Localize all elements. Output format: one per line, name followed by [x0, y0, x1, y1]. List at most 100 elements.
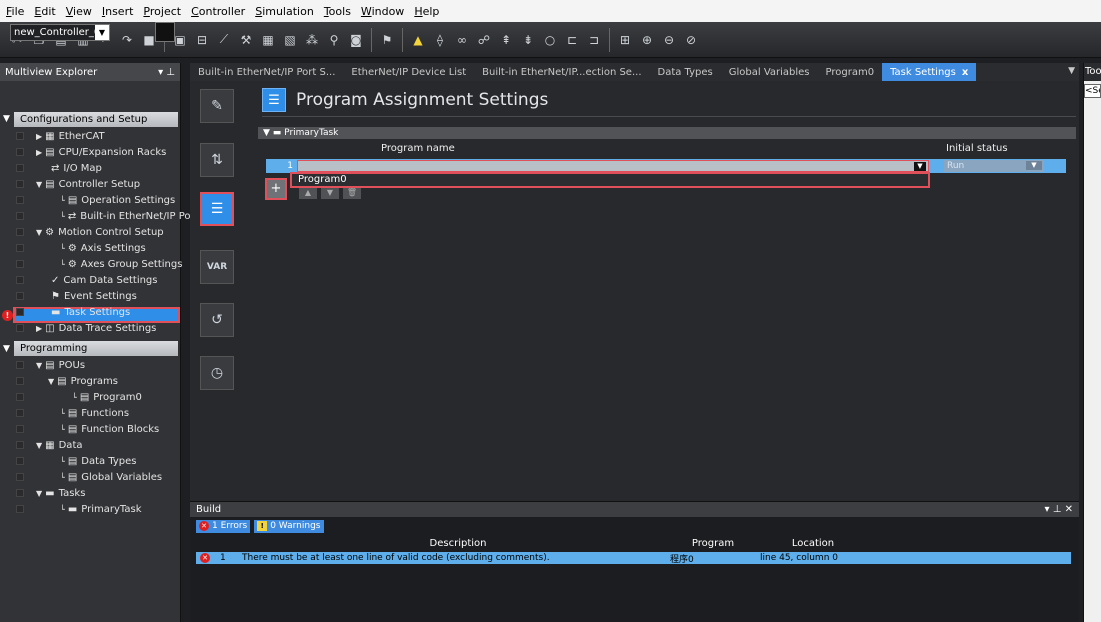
step-icon[interactable]: ⇞ — [497, 31, 515, 49]
tab-list-icon[interactable]: ▼ — [1068, 66, 1075, 76]
config-item[interactable]: ▶ ▤ CPU/Expansion Racks — [0, 144, 181, 160]
programming-item[interactable]: ▼ ▤ POUs — [0, 357, 181, 373]
tree-arrow-icon[interactable]: └ — [60, 244, 65, 253]
network-icon[interactable]: ⁂ — [303, 31, 321, 49]
initial-status-select[interactable]: Run ▼ — [944, 160, 1044, 172]
chevron-down-icon[interactable]: ▼ — [3, 344, 10, 354]
menu-window[interactable]: Window — [361, 5, 404, 18]
menu-controller[interactable]: Controller — [191, 5, 245, 18]
cross-ref-icon[interactable]: ⊘ — [682, 31, 700, 49]
tab-task-settings[interactable]: Task Settings x — [882, 63, 977, 81]
timer-icon[interactable]: ◷ — [200, 356, 234, 390]
programming-item[interactable]: ▼ ▤ Programs — [0, 373, 181, 389]
config-item[interactable]: ▼ ▤ Controller Setup — [0, 176, 181, 192]
fit-icon[interactable]: ⊞ — [616, 31, 634, 49]
config-item[interactable]: ▬ Task Settings — [0, 304, 181, 320]
tree-arrow-icon[interactable]: └ — [60, 196, 65, 205]
tree-arrow-icon[interactable]: ▶ — [36, 324, 42, 333]
redo-icon[interactable]: ↷ — [118, 31, 136, 49]
menu-simulation[interactable]: Simulation — [255, 5, 314, 18]
binoculars-icon[interactable]: ⚲ — [325, 31, 343, 49]
tree-arrow-icon[interactable]: ▼ — [36, 441, 42, 450]
menu-project[interactable]: Project — [143, 5, 181, 18]
programming-item[interactable]: └ ▤ Function Blocks — [0, 421, 181, 437]
warnings-filter[interactable]: ! 0 Warnings — [254, 519, 324, 533]
circle-icon[interactable]: ○ — [541, 31, 559, 49]
tree-arrow-icon[interactable]: └ — [60, 409, 65, 418]
program-name-select[interactable]: ▼ — [297, 160, 929, 172]
config-item[interactable]: └ ⇄ Built-in EtherNet/IP Port — [0, 208, 199, 224]
programming-item[interactable]: └ ▬ PrimaryTask — [0, 501, 181, 517]
monitor-icon[interactable]: ⊐ — [585, 31, 603, 49]
tab-program0[interactable]: Program0 — [818, 63, 883, 81]
programming-item[interactable]: └ ▤ Global Variables — [0, 469, 181, 485]
print-icon[interactable]: ⊟ — [193, 31, 211, 49]
tab-device-list[interactable]: EtherNet/IP Device List — [343, 63, 474, 81]
menu-view[interactable]: View — [66, 5, 92, 18]
tree-arrow-icon[interactable]: └ — [60, 425, 65, 434]
programming-item[interactable]: ▼ ▦ Data — [0, 437, 181, 453]
move-up-icon[interactable]: ▲ — [299, 187, 317, 199]
var-icon[interactable]: VAR — [200, 250, 234, 284]
tree-arrow-icon[interactable]: ▼ — [36, 180, 42, 189]
close-icon[interactable]: x — [962, 67, 968, 78]
zoom-out-icon[interactable]: ⊖ — [660, 31, 678, 49]
programming-item[interactable]: └ ▤ Functions — [0, 405, 181, 421]
table-icon[interactable]: ▧ — [281, 31, 299, 49]
add-button[interactable]: + — [265, 178, 287, 200]
tree-arrow-icon[interactable]: └ — [72, 393, 77, 402]
programming-item[interactable]: └ ▤ Program0 — [0, 389, 181, 405]
section-programming[interactable]: Programming — [14, 341, 178, 356]
errors-filter[interactable]: ✕ 1 Errors — [196, 519, 251, 533]
config-item[interactable]: └ ▤ Operation Settings — [0, 192, 181, 208]
menu-edit[interactable]: Edit — [34, 5, 55, 18]
pencil-icon[interactable]: ✎ — [200, 89, 234, 123]
tree-arrow-icon[interactable]: ▶ — [36, 148, 42, 157]
tree-arrow-icon[interactable]: └ — [60, 505, 65, 514]
tab-ethernet-port[interactable]: Built-in EtherNet/IP Port S... — [190, 63, 343, 81]
program-assignment-icon[interactable]: ☰ — [200, 192, 234, 226]
config-item[interactable]: ⚑ Event Settings — [0, 288, 181, 304]
controller-select[interactable]: new_Controller_0 ▼ — [10, 24, 110, 41]
chevron-down-icon[interactable]: ▼ — [3, 114, 10, 124]
tree-arrow-icon[interactable]: └ — [60, 212, 65, 221]
tab-connection-settings[interactable]: Built-in EtherNet/IP...ection Se... — [474, 63, 649, 81]
tree-arrow-icon[interactable]: ▼ — [36, 228, 42, 237]
tree-arrow-icon[interactable]: └ — [60, 457, 65, 466]
programming-item[interactable]: ▼ ▬ Tasks — [0, 485, 181, 501]
chevron-down-icon[interactable]: ▼ — [95, 25, 109, 40]
tool-icon[interactable]: ⚒ — [237, 31, 255, 49]
build-icon[interactable]: ⚑ — [378, 31, 396, 49]
dropdown-option-program0[interactable]: Program0 — [298, 174, 347, 185]
config-item[interactable]: ▶ ◫ Data Trace Settings — [0, 320, 181, 336]
move-down-icon[interactable]: ▼ — [321, 187, 339, 199]
menu-insert[interactable]: Insert — [102, 5, 134, 18]
stop-icon[interactable]: ◙ — [347, 31, 365, 49]
io-settings-icon[interactable]: ⇅ — [200, 143, 234, 177]
chain-icon[interactable]: ∞ — [453, 31, 471, 49]
controller-icon[interactable] — [155, 22, 175, 42]
config-item[interactable]: └ ⚙ Axes Group Settings — [0, 256, 182, 272]
zoom-in-icon[interactable]: ⊕ — [638, 31, 656, 49]
config-item[interactable]: ▶ ▦ EtherCAT — [0, 128, 181, 144]
delete-icon[interactable]: 🗑 — [343, 187, 361, 199]
section-configurations[interactable]: Configurations and Setup — [14, 112, 178, 127]
config-item[interactable]: ▼ ⚙ Motion Control Setup — [0, 224, 181, 240]
menu-tools[interactable]: Tools — [324, 5, 351, 18]
tab-data-types[interactable]: Data Types — [650, 63, 721, 81]
arrow-icon[interactable]: ⟠ — [431, 31, 449, 49]
chevron-down-icon[interactable]: ▼ — [914, 162, 926, 171]
grid-icon[interactable]: ▦ — [259, 31, 277, 49]
warning-icon[interactable]: ▲ — [409, 31, 427, 49]
tree-arrow-icon[interactable]: └ — [60, 473, 65, 482]
config-item[interactable]: ⇄ I/O Map — [0, 160, 181, 176]
link-icon[interactable]: ☍ — [475, 31, 493, 49]
menu-help[interactable]: Help — [414, 5, 439, 18]
chevron-down-icon[interactable]: ▼ — [1026, 161, 1042, 170]
programming-item[interactable]: └ ▤ Data Types — [0, 453, 181, 469]
panel-controls-icon[interactable]: ▾ ⊥ ✕ — [1045, 504, 1073, 515]
tree-arrow-icon[interactable]: ▼ — [36, 489, 42, 498]
line-icon[interactable]: ⟋ — [215, 31, 233, 49]
tree-arrow-icon[interactable]: ▶ — [36, 132, 42, 141]
tree-arrow-icon[interactable]: ▼ — [48, 377, 54, 386]
